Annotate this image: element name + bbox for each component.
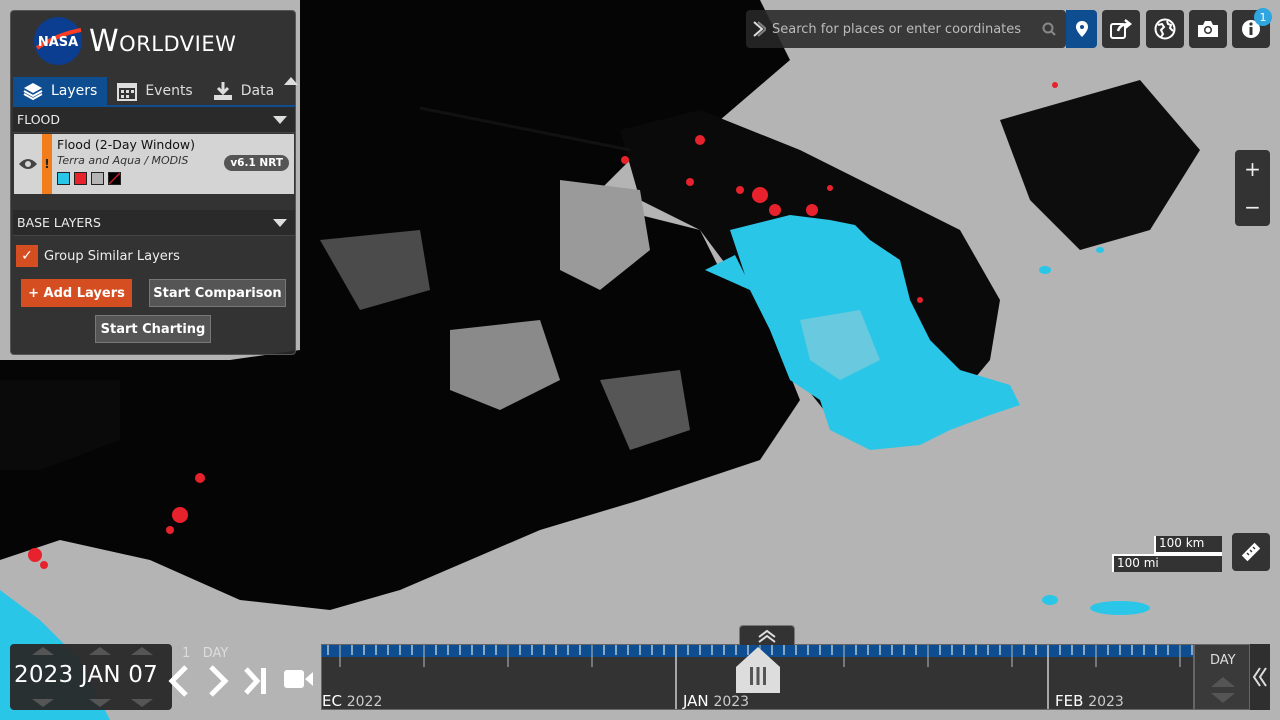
month-up-icon[interactable] (89, 647, 111, 655)
interval-amount: 1 (182, 646, 191, 661)
layer-item-flood[interactable]: ! Flood (2-Day Window) Terra and Aqua / … (14, 134, 294, 194)
timeline-date-handle[interactable] (734, 647, 782, 695)
group-similar-option[interactable]: ✓ Group Similar Layers (16, 245, 180, 267)
current-date[interactable]: 2023 JAN 07 (14, 662, 158, 688)
double-chevron-left-icon (1252, 667, 1267, 687)
overlay-group-header[interactable]: FLOOD (13, 107, 295, 133)
start-comparison-button[interactable]: Start Comparison (149, 279, 286, 307)
timeline-track[interactable]: EC 2022 JAN 2023 FEB 2023 (321, 644, 1194, 710)
layers-icon (23, 83, 43, 101)
timeline-zoom[interactable]: DAY (1194, 644, 1250, 710)
interval-unit: DAY (202, 646, 229, 661)
search-input[interactable] (772, 21, 1042, 37)
group-collapse-icon[interactable] (273, 115, 287, 124)
layer-warning[interactable]: ! (42, 134, 52, 194)
info-button[interactable]: 1 (1232, 8, 1272, 48)
globe-icon (1154, 18, 1176, 40)
zoom-controls: + − (1235, 150, 1270, 226)
date-selector: 2023 JAN 07 (10, 644, 172, 710)
layer-title: Flood (2-Day Window) (57, 137, 196, 152)
zoom-out-button[interactable]: − (1235, 188, 1270, 226)
group-similar-label: Group Similar Layers (44, 248, 180, 264)
map-pin-icon (1075, 21, 1088, 37)
measure-button[interactable] (1232, 533, 1270, 571)
scale-km: 100 km (1154, 536, 1222, 554)
sidebar: NASA Worldview Layers Events Data FLOOD … (10, 10, 299, 355)
add-location-button[interactable] (1066, 10, 1097, 48)
previous-day-icon[interactable] (166, 664, 192, 698)
timeline-month-label: FEB 2023 (1055, 692, 1124, 710)
chevron-up-icon (758, 629, 776, 643)
nasa-logo: NASA (34, 17, 82, 65)
hide-timeline-button[interactable] (1250, 644, 1270, 710)
snapshot-button[interactable] (1189, 10, 1227, 48)
visibility-toggle[interactable] (14, 134, 42, 194)
interval-selector[interactable]: 1 DAY (182, 646, 228, 661)
scale-bar: 100 km 100 mi (1112, 536, 1222, 574)
tab-layers-label: Layers (51, 83, 98, 99)
legend-swatch-flood (57, 172, 70, 185)
camera-icon (1198, 21, 1218, 37)
timeline-month-label: EC 2022 (322, 692, 383, 710)
expand-timeline-button[interactable] (739, 625, 795, 645)
legend-swatch-water (108, 172, 121, 185)
location-search (746, 10, 1066, 48)
timeline-zoom-label: DAY (1210, 653, 1236, 668)
tab-events[interactable]: Events (107, 77, 202, 105)
base-group-title: BASE LAYERS (17, 215, 101, 230)
expand-search-icon[interactable] (746, 20, 772, 38)
collapse-sidebar-icon[interactable] (284, 77, 299, 85)
share-button[interactable] (1102, 10, 1140, 48)
year-down-icon[interactable] (32, 699, 54, 707)
date-month[interactable]: JAN (81, 662, 121, 688)
tab-events-label: Events (145, 83, 193, 99)
month-down-icon[interactable] (89, 699, 111, 707)
jump-to-latest-icon[interactable] (243, 664, 269, 698)
app-title: Worldview (89, 23, 237, 59)
year-up-icon[interactable] (32, 647, 54, 655)
group-collapse-icon[interactable] (273, 218, 287, 227)
download-icon (213, 82, 232, 100)
ruler-icon (1241, 542, 1261, 562)
day-up-icon[interactable] (131, 647, 153, 655)
scale-mi: 100 mi (1112, 554, 1222, 572)
day-down-icon[interactable] (131, 699, 153, 707)
eye-icon (19, 159, 37, 169)
legend-swatch-land (91, 172, 104, 185)
base-group-header[interactable]: BASE LAYERS (13, 210, 295, 236)
tab-data[interactable]: Data (203, 77, 284, 105)
app-logo[interactable]: NASA Worldview (33, 17, 236, 65)
legend-swatch-recurring (74, 172, 87, 185)
group-similar-checkbox[interactable]: ✓ (16, 245, 38, 267)
projection-button[interactable] (1146, 10, 1184, 48)
svg-text:NASA: NASA (38, 35, 78, 50)
next-day-icon[interactable] (205, 664, 231, 698)
sidebar-tabs: Layers Events Data (13, 77, 299, 109)
layer-version-badge: v6.1 NRT (224, 155, 289, 171)
search-icon[interactable] (1042, 22, 1056, 36)
overlay-group-title: FLOOD (17, 112, 61, 127)
share-icon (1110, 19, 1132, 39)
tab-layers[interactable]: Layers (13, 77, 108, 105)
animation-icon[interactable] (284, 668, 314, 690)
date-year[interactable]: 2023 (14, 662, 73, 688)
calendar-icon (117, 83, 138, 101)
layer-legend[interactable] (57, 172, 294, 185)
tab-data-label: Data (240, 83, 275, 99)
notification-badge: 1 (1254, 8, 1272, 26)
timeline-zoom-arrows-icon[interactable] (1209, 675, 1237, 705)
start-charting-button[interactable]: Start Charting (95, 315, 211, 343)
date-day[interactable]: 07 (128, 662, 158, 688)
zoom-in-button[interactable]: + (1235, 150, 1270, 188)
add-layers-button[interactable]: + Add Layers (21, 279, 132, 307)
